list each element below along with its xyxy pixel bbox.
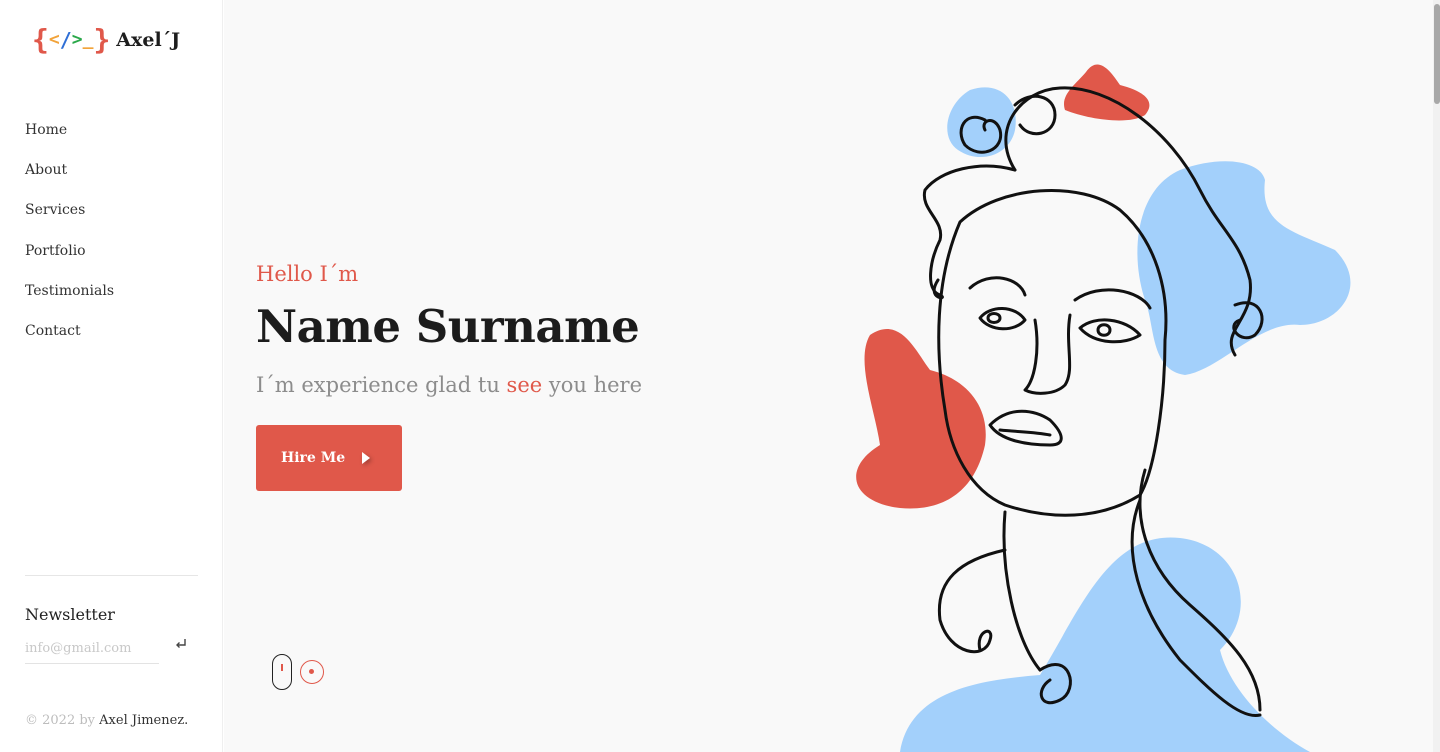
nav-item-contact[interactable]: Contact — [25, 321, 114, 361]
nav-item-services[interactable]: Services — [25, 200, 114, 240]
nose — [1023, 313, 1072, 395]
page-scrollbar-track[interactable] — [1433, 0, 1440, 752]
brow-right — [1073, 288, 1152, 310]
copyright-author[interactable]: Axel Jimenez. — [99, 713, 188, 728]
copyright-prefix: © 2022 by — [25, 713, 96, 728]
lips — [988, 409, 1063, 447]
copyright: © 2022 by Axel Jimenez. — [25, 713, 188, 728]
tagline-accent: see — [506, 373, 543, 397]
nav-item-label: Home — [25, 122, 68, 138]
nav-item-testimonials[interactable]: Testimonials — [25, 281, 114, 321]
nav-item-label: Contact — [25, 322, 81, 339]
red-blob-top — [1064, 64, 1150, 121]
tagline-end: you here — [548, 373, 643, 397]
brand-name: Axel´J — [116, 29, 181, 51]
enter-arrow-icon[interactable] — [174, 637, 190, 653]
nav-item-home[interactable]: Home — [25, 120, 114, 160]
tagline-start: I´m experience glad tu — [256, 373, 500, 397]
hero-section: Hello I´m Name Surname I´m experience gl… — [224, 0, 1433, 752]
nav-item-about[interactable]: About — [25, 160, 114, 200]
brow-left — [968, 276, 1027, 297]
hair-curl-top — [1013, 94, 1057, 136]
neck-left — [1002, 510, 1042, 672]
circle-dot-icon[interactable] — [300, 660, 324, 684]
lip-line — [998, 428, 1052, 437]
blue-blob-right — [1137, 161, 1351, 375]
code-logo-icon: { < / > _ } — [32, 23, 111, 56]
nav-item-portfolio[interactable]: Portfolio — [25, 241, 114, 281]
hire-me-button[interactable]: Hire Me — [256, 425, 402, 491]
main-nav: Home About Services Portfolio Testimonia… — [25, 120, 114, 361]
enter-arrow-glyph — [176, 639, 186, 648]
play-icon — [362, 452, 370, 464]
nav-item-label: Services — [25, 202, 86, 219]
sidebar-divider — [25, 575, 198, 576]
mouse-wheel — [281, 664, 283, 671]
nav-item-label: Testimonials — [25, 282, 115, 299]
hero-name: Name Surname — [256, 300, 640, 353]
collar-loop — [937, 548, 1007, 654]
red-blob-left — [856, 329, 986, 509]
hire-me-label: Hire Me — [281, 450, 346, 466]
hero-tagline: I´m experience glad tu see you here — [256, 373, 642, 397]
pupil-left — [986, 312, 1002, 324]
page-scrollbar-thumb[interactable] — [1434, 4, 1440, 104]
blue-blob-bottom — [900, 537, 1310, 752]
pupil-right — [1096, 323, 1112, 337]
newsletter-title: Newsletter — [25, 605, 115, 624]
nav-item-label: Portfolio — [25, 242, 86, 259]
scroll-mouse-icon[interactable] — [272, 654, 292, 690]
brand-logo[interactable]: { < / > _ } Axel´J — [32, 26, 180, 54]
nav-item-label: About — [25, 162, 68, 179]
sidebar: { < / > _ } Axel´J Home About Services P… — [0, 0, 223, 752]
circle-dot-center — [309, 669, 314, 674]
hero-greeting: Hello I´m — [256, 262, 359, 286]
line-art-portrait-illustration — [856, 64, 1351, 752]
newsletter-email-input[interactable] — [25, 634, 159, 664]
